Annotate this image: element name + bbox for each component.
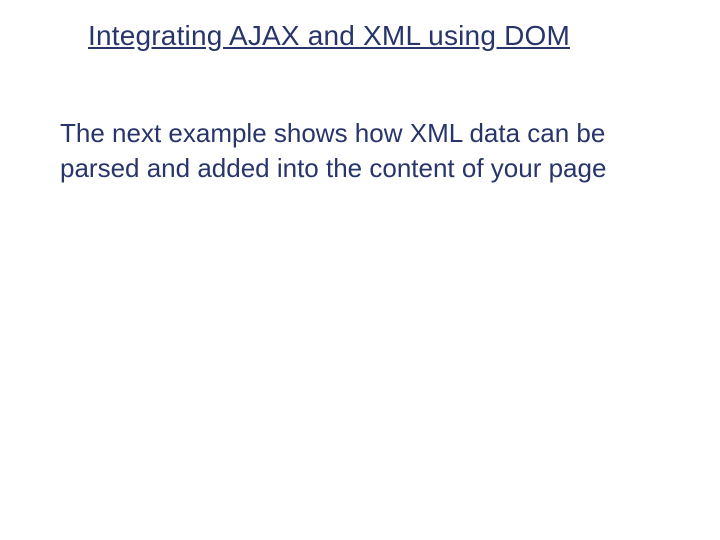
slide-container: Integrating AJAX and XML using DOM The n… xyxy=(0,0,720,540)
slide-title: Integrating AJAX and XML using DOM xyxy=(88,20,570,52)
slide-body-text: The next example shows how XML data can … xyxy=(60,116,640,186)
